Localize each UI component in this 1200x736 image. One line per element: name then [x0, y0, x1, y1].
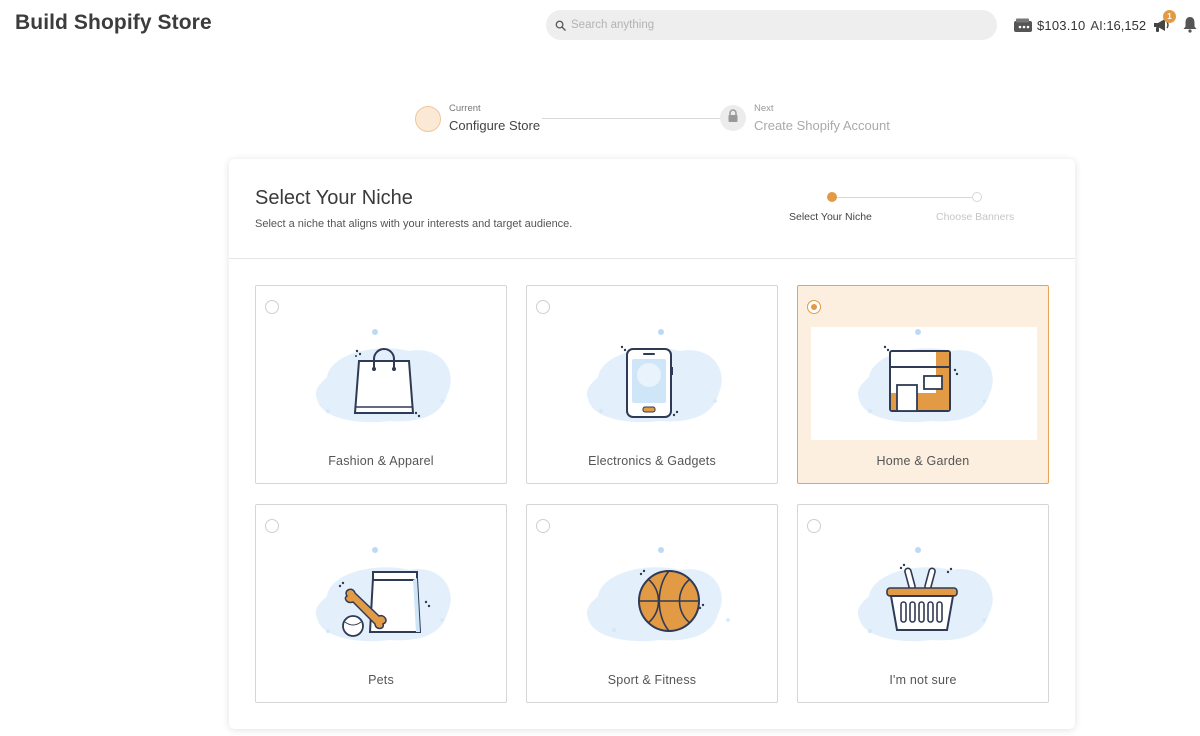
top-bar: Build Shopify Store $103.10 AI: 16,152 1 [0, 0, 1200, 50]
niche-option-electronics[interactable]: Electronics & Gadgets [526, 285, 778, 484]
niche-option-pets[interactable]: Pets [255, 504, 507, 703]
ai-credits-value: 16,152 [1106, 17, 1147, 33]
sub-step-inactive-dot [972, 192, 982, 202]
sub-stepper-connector [837, 197, 972, 198]
next-step-indicator [720, 105, 746, 131]
niche-label: I'm not sure [889, 673, 957, 687]
ai-credits-label: AI: [1090, 17, 1107, 33]
balance-display[interactable]: $103.10 AI: 16,152 [1013, 15, 1146, 35]
current-step-indicator [415, 106, 441, 132]
progress-stepper: Current Configure Store Next Create Shop… [412, 100, 902, 140]
niche-selection-card: Select Your Niche Select a niche that al… [229, 159, 1075, 729]
shopping-bag-icon [269, 327, 495, 440]
sub-step-label: Select Your Niche [789, 211, 872, 223]
balance-amount: $103.10 [1037, 17, 1086, 33]
current-step-caption: Current [449, 103, 481, 114]
niche-radio[interactable] [807, 519, 821, 533]
card-subtitle: Select a niche that aligns with your int… [255, 218, 573, 230]
sub-step-active-dot [827, 192, 837, 202]
niche-label: Home & Garden [876, 454, 970, 468]
search-input[interactable] [571, 19, 971, 31]
house-icon [811, 327, 1037, 440]
page-title: Build Shopify Store [15, 11, 212, 34]
smartphone-icon [540, 327, 766, 440]
next-step-label: Create Shopify Account [754, 118, 890, 133]
lock-icon [727, 108, 739, 128]
pet-food-icon [269, 546, 495, 659]
niche-option-not-sure[interactable]: I'm not sure [797, 504, 1049, 703]
niche-radio[interactable] [265, 300, 279, 314]
niche-label: Fashion & Apparel [328, 454, 434, 468]
current-step-label: Configure Store [449, 118, 541, 133]
next-step-caption: Next [754, 103, 774, 114]
niche-option-sport[interactable]: Sport & Fitness [526, 504, 778, 703]
niche-radio-selected[interactable] [807, 300, 821, 314]
basketball-icon [540, 546, 766, 659]
wallet-icon [1013, 17, 1033, 33]
search-bar[interactable] [546, 10, 997, 40]
card-title: Select Your Niche [255, 187, 413, 209]
sub-step-label: Choose Banners [936, 211, 1015, 223]
sub-stepper: Select Your Niche Choose Banners [784, 189, 1024, 229]
niche-label: Pets [368, 673, 394, 687]
niche-label: Electronics & Gadgets [588, 454, 716, 468]
niche-radio[interactable] [536, 300, 550, 314]
niche-radio[interactable] [265, 519, 279, 533]
niche-option-fashion[interactable]: Fashion & Apparel [255, 285, 507, 484]
bell-icon[interactable] [1181, 15, 1199, 33]
stepper-connector [542, 118, 722, 119]
search-icon [555, 18, 569, 32]
niche-label: Sport & Fitness [607, 673, 697, 687]
niche-option-home-garden[interactable]: Home & Garden [797, 285, 1049, 484]
niche-radio[interactable] [536, 519, 550, 533]
basket-icon [811, 546, 1037, 659]
notification-badge: 1 [1163, 10, 1176, 23]
card-header: Select Your Niche Select a niche that al… [229, 159, 1075, 259]
